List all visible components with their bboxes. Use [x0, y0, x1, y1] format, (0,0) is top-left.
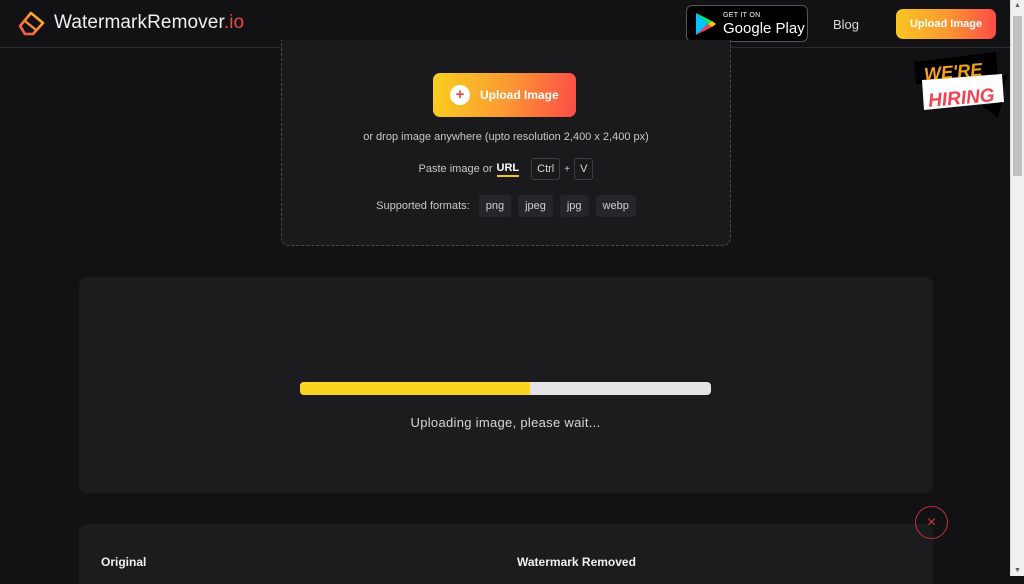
- paste-text: Paste image or: [418, 163, 493, 175]
- close-button[interactable]: ×: [915, 506, 948, 539]
- plus-icon: +: [450, 85, 470, 105]
- format-tag: jpeg: [518, 195, 553, 217]
- drop-hint-text: or drop image anywhere (upto resolution …: [363, 131, 649, 143]
- logo[interactable]: WatermarkRemover.io: [16, 9, 244, 37]
- nav-blog-link[interactable]: Blog: [833, 17, 859, 32]
- page-scrollbar[interactable]: ▲ ▼: [1010, 0, 1024, 576]
- upload-image-button[interactable]: + Upload Image: [433, 73, 576, 117]
- scroll-up-arrow-icon[interactable]: ▲: [1014, 2, 1021, 9]
- key-v: V: [574, 158, 594, 180]
- google-play-big-text: Google Play: [723, 19, 805, 37]
- format-tag: jpg: [559, 195, 589, 217]
- formats-label: Supported formats:: [376, 200, 470, 212]
- original-label: Original: [101, 555, 147, 569]
- header-upload-button[interactable]: Upload Image: [896, 9, 996, 39]
- result-card: [79, 524, 933, 584]
- paste-row: Paste image or URL Ctrl + V: [281, 158, 731, 180]
- progress-bar: [300, 382, 711, 395]
- google-play-small-text: GET IT ON: [723, 11, 761, 19]
- url-link[interactable]: URL: [496, 162, 520, 177]
- watermark-removed-label: Watermark Removed: [517, 555, 636, 569]
- eraser-logo-icon: [18, 11, 45, 37]
- key-ctrl: Ctrl: [531, 158, 561, 180]
- key-plus: +: [564, 163, 571, 175]
- google-play-badge[interactable]: GET IT ON Google Play: [686, 5, 808, 42]
- format-tag: webp: [595, 195, 636, 217]
- scroll-down-arrow-icon[interactable]: ▼: [1014, 567, 1021, 574]
- google-play-icon: [696, 12, 716, 35]
- hiring-badge[interactable]: WE'RE HIRING: [912, 52, 1008, 120]
- logo-text: WatermarkRemover.io: [54, 12, 245, 33]
- upload-image-label: Upload Image: [480, 88, 559, 102]
- scroll-thumb[interactable]: [1013, 16, 1022, 176]
- progress-fill: [300, 382, 531, 395]
- close-icon: ×: [926, 513, 937, 531]
- supported-formats: Supported formats: png jpeg jpg webp: [281, 195, 731, 217]
- format-tag: png: [478, 195, 512, 217]
- progress-status-text: Uploading image, please wait...: [410, 415, 601, 430]
